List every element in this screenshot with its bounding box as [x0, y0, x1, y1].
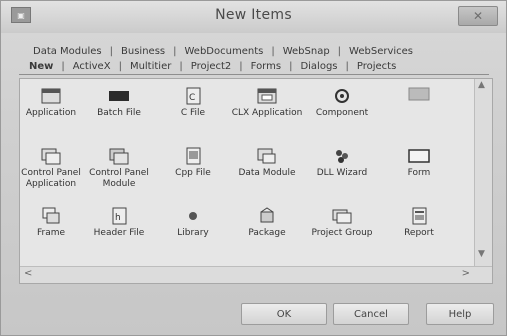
item-form[interactable]: Form — [382, 147, 456, 179]
help-button[interactable]: Help — [426, 303, 494, 325]
item-package[interactable]: Package — [230, 207, 304, 239]
item-data-module[interactable]: Data Module — [230, 147, 304, 179]
package-icon — [256, 207, 278, 225]
items-grid: Application Batch File C C File CLX Appl… — [20, 79, 475, 269]
item-frame[interactable]: Frame — [14, 207, 88, 239]
clx-application-icon — [256, 87, 278, 105]
cpp-file-icon — [182, 147, 204, 165]
close-button[interactable]: ✕ — [458, 6, 498, 26]
control-panel-application-icon — [40, 147, 62, 165]
item-report[interactable]: Report — [382, 207, 456, 239]
vertical-scrollbar[interactable]: ▲ ▼ — [474, 79, 492, 267]
item-project-group[interactable]: Project Group — [305, 207, 379, 239]
tab-divider — [19, 74, 489, 75]
data-module-icon — [256, 147, 278, 165]
tab-dialogs[interactable]: Dialogs — [294, 61, 343, 72]
item-c-file[interactable]: C C File — [156, 87, 230, 119]
horizontal-scrollbar[interactable]: < > — [20, 266, 492, 283]
form-icon — [408, 147, 430, 165]
item-control-panel-application[interactable]: Control Panel Application — [14, 147, 88, 190]
tab-activex[interactable]: ActiveX — [67, 61, 117, 72]
tab-webdocuments[interactable]: WebDocuments — [179, 46, 270, 57]
window-title: New Items — [215, 7, 292, 23]
ok-button[interactable]: OK — [241, 303, 327, 325]
control-panel-module-icon — [108, 147, 130, 165]
library-icon — [182, 207, 204, 225]
items-panel: Application Batch File C C File CLX Appl… — [19, 78, 493, 284]
scroll-left-icon[interactable]: < — [24, 268, 32, 279]
scroll-up-icon[interactable]: ▲ — [478, 80, 485, 90]
item-dll-wizard[interactable]: DLL Wizard — [305, 147, 379, 179]
item-application[interactable]: Application — [14, 87, 88, 119]
tab-business[interactable]: Business — [115, 46, 171, 57]
tab-projects[interactable]: Projects — [351, 61, 402, 72]
frame-icon — [40, 207, 62, 225]
tab-multitier[interactable]: Multitier — [124, 61, 177, 72]
application-icon — [40, 87, 62, 105]
component-icon — [331, 87, 353, 105]
tab-data-modules[interactable]: Data Modules — [27, 46, 108, 57]
console-application-icon — [408, 87, 430, 105]
svg-text:h: h — [115, 213, 121, 223]
report-icon — [408, 207, 430, 225]
scroll-down-icon[interactable]: ▼ — [478, 249, 485, 259]
c-file-icon: C — [182, 87, 204, 105]
item-batch-file[interactable]: Batch File — [82, 87, 156, 119]
cancel-button[interactable]: Cancel — [333, 303, 409, 325]
tab-webservices[interactable]: WebServices — [343, 46, 419, 57]
project-group-icon — [331, 207, 353, 225]
dll-wizard-icon — [331, 147, 353, 165]
item-console-application[interactable] — [382, 87, 456, 108]
header-file-icon: h — [108, 207, 130, 225]
tab-project2[interactable]: Project2 — [185, 61, 238, 72]
scroll-right-icon[interactable]: > — [462, 268, 470, 279]
tabs-row-bottom: New | ActiveX | Multitier | Project2 | Forms… — [23, 59, 402, 74]
tabs-row-top: Data Modules | Business | WebDocuments | We… — [27, 44, 419, 59]
item-clx-application[interactable]: CLX Application — [230, 87, 304, 119]
batch-file-icon — [108, 87, 130, 105]
tab-new[interactable]: New — [23, 61, 59, 72]
close-icon: ✕ — [472, 9, 484, 23]
item-header-file[interactable]: h Header File — [82, 207, 156, 239]
svg-text:C: C — [189, 93, 195, 103]
item-library[interactable]: Library — [156, 207, 230, 239]
item-cpp-file[interactable]: Cpp File — [156, 147, 230, 179]
new-items-dialog: ▣ New Items ✕ Data Modules | Business | We… — [0, 0, 507, 336]
tab-forms[interactable]: Forms — [245, 61, 287, 72]
item-component[interactable]: Component — [305, 87, 379, 119]
title-bar: ▣ New Items ✕ — [1, 1, 506, 33]
tab-websnap[interactable]: WebSnap — [277, 46, 336, 57]
item-control-panel-module[interactable]: Control Panel Module — [82, 147, 156, 190]
